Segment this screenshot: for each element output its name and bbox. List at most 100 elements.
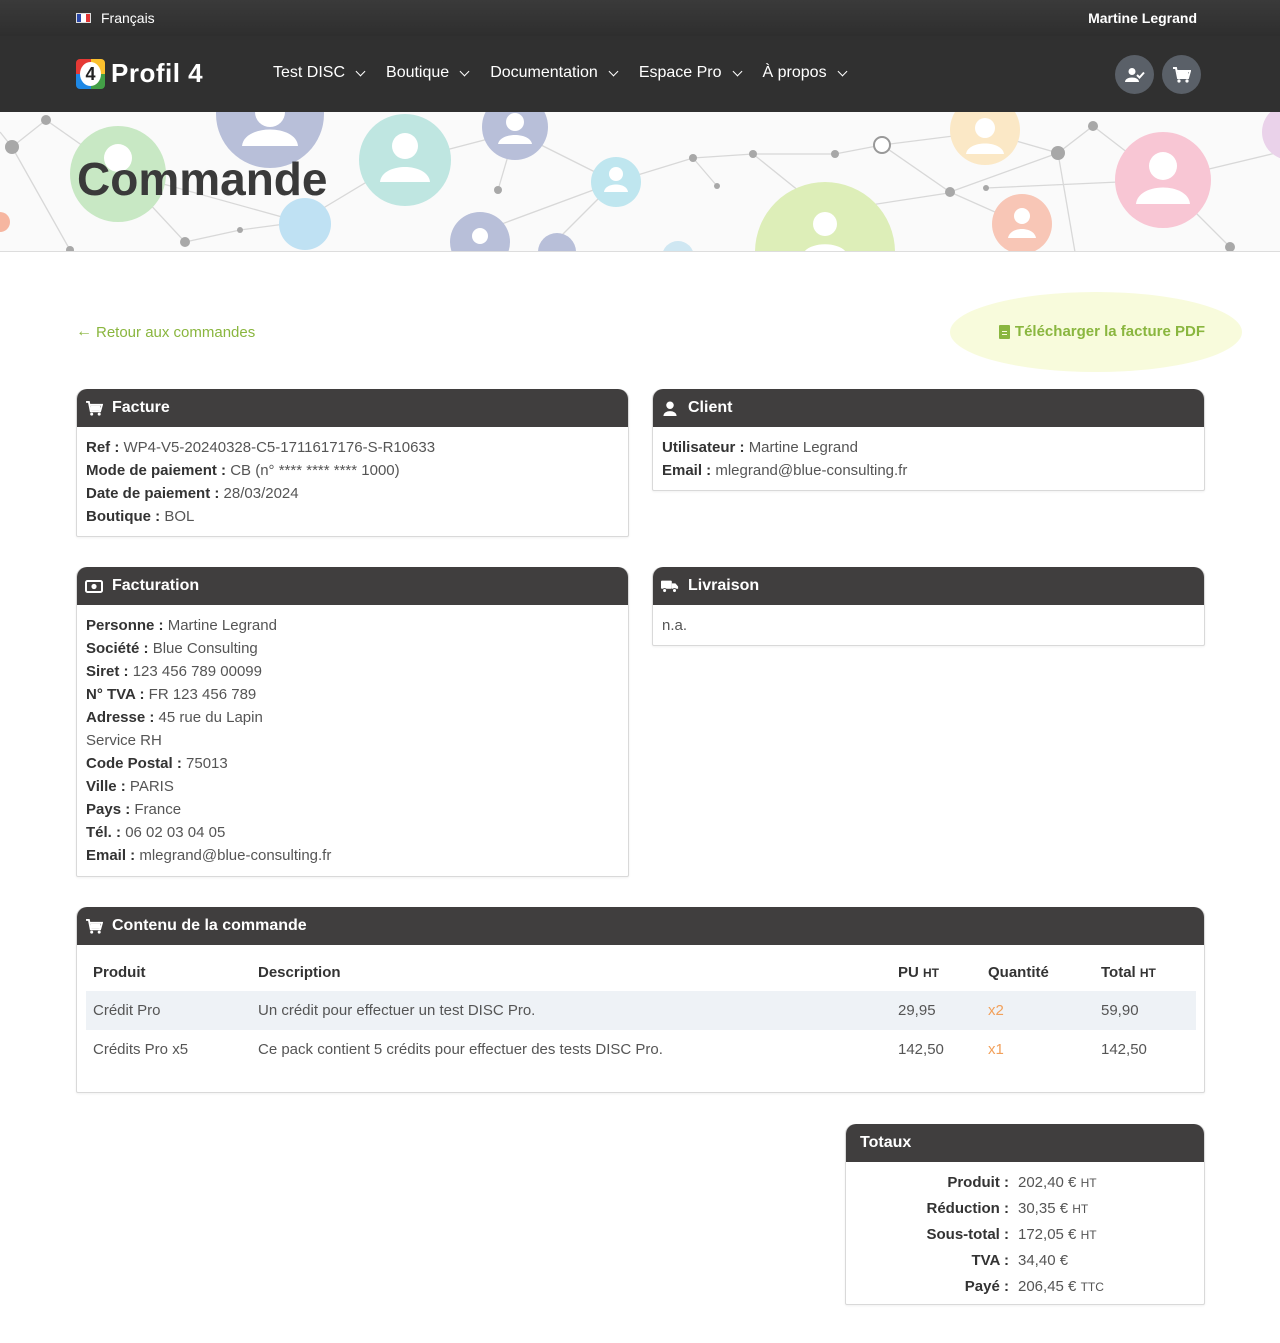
total-row: Réduction : 30,35 € HT <box>846 1196 1204 1222</box>
main-navbar: 4 Profil 4 Test DISC Boutique Documentat… <box>0 36 1280 112</box>
payment-date-value: 28/03/2024 <box>223 485 299 502</box>
billing-email-label: Email : <box>86 847 136 864</box>
quantity-cell: x1 <box>988 1041 1004 1058</box>
cart-icon <box>1172 66 1191 83</box>
nav-item-documentation[interactable]: Documentation <box>490 64 619 82</box>
nav-item-boutique[interactable]: Boutique <box>386 64 470 82</box>
card-title: Facturation <box>112 577 200 594</box>
address-value: 45 rue du Lapin <box>158 709 263 726</box>
quantity-cell: x2 <box>981 991 1094 1030</box>
account-name[interactable]: Martine Legrand <box>1088 10 1197 26</box>
card-title: Facture <box>112 399 170 416</box>
download-pdf-label: Télécharger la facture PDF <box>1014 323 1205 340</box>
total-label: Sous-total : <box>926 1226 1010 1243</box>
client-card: Client Utilisateur : Martine Legrand Ema… <box>652 389 1205 491</box>
total-row: Payé : 206,45 € TTC <box>846 1274 1204 1300</box>
page-title: Commande <box>77 153 328 205</box>
money-icon <box>85 578 103 594</box>
siret-label: Siret : <box>86 663 129 680</box>
col-total-label: Total <box>1101 963 1136 981</box>
cart-icon <box>85 400 103 416</box>
total-row: TVA : 34,40 € <box>846 1248 1204 1274</box>
city-value: PARIS <box>129 778 174 795</box>
arrow-left-icon: ← <box>76 323 92 340</box>
download-pdf-link[interactable]: Télécharger la facture PDF <box>998 323 1205 340</box>
total-cell: 142,50 <box>1101 1041 1147 1058</box>
card-header: Facturation <box>77 567 628 605</box>
brand-name: Profil 4 <box>111 58 204 88</box>
total-label: Produit : <box>947 1174 1009 1191</box>
account-button[interactable] <box>1115 55 1154 94</box>
total-label: TVA : <box>971 1252 1010 1269</box>
col-unit-price-label: PU <box>898 963 919 981</box>
ref-value: WP4-V5-20240328-C5-1711617176-S-R10633 <box>123 439 436 456</box>
card-body: Utilisateur : Martine Legrand Email : ml… <box>653 427 1204 490</box>
user-label: Utilisateur : <box>662 439 745 456</box>
back-to-orders-link[interactable]: ← Retour aux commandes <box>76 323 255 341</box>
card-body: Ref : WP4-V5-20240328-C5-1711617176-S-R1… <box>77 427 628 536</box>
nav-label: À propos <box>762 64 827 81</box>
col-unit-price-unit: HT <box>923 965 940 980</box>
card-title: Client <box>688 399 733 416</box>
nav-item-test-disc[interactable]: Test DISC <box>273 64 366 82</box>
totals-list: Produit : 202,40 € HT Réduction : 30,35 € … <box>846 1162 1204 1300</box>
total-value: 30,35 € <box>1018 1200 1069 1217</box>
user-value: Martine Legrand <box>748 439 858 456</box>
card-header: Client <box>653 389 1204 427</box>
person-label: Personne : <box>86 617 164 634</box>
nav-item-espace-pro[interactable]: Espace Pro <box>639 64 742 82</box>
address-label: Adresse : <box>86 709 155 726</box>
brand-logo-link[interactable]: 4 Profil 4 <box>76 58 203 89</box>
billing-email-value: mlegrand@blue-consulting.fr <box>139 847 332 864</box>
unit-price-cell: 29,95 <box>891 991 981 1030</box>
card-header: Livraison <box>653 567 1204 605</box>
card-title: Contenu de la commande <box>112 917 307 934</box>
chevron-down-icon <box>459 66 470 76</box>
city-label: Ville : <box>86 778 126 795</box>
description-cell: Un crédit pour effectuer un test DISC Pr… <box>251 991 891 1030</box>
postal-code-value: 75013 <box>186 755 228 772</box>
truck-icon <box>661 578 679 594</box>
nav-label: Documentation <box>490 64 598 81</box>
payment-mode-value: CB (n° **** **** **** 1000) <box>230 462 400 479</box>
phone-label: Tél. : <box>86 824 122 841</box>
payment-date-label: Date de paiement : <box>86 485 220 502</box>
total-unit: HT <box>1080 1228 1097 1242</box>
col-description: Description <box>258 963 341 981</box>
email-label: Email : <box>662 462 712 479</box>
total-value-wrap: 30,35 € HT <box>1018 1196 1088 1222</box>
total-value: 34,40 € <box>1018 1252 1069 1269</box>
vat-label: N° TVA : <box>86 686 145 703</box>
nav-label: Boutique <box>386 64 450 81</box>
total-label: Réduction : <box>926 1200 1010 1217</box>
product-cell: Crédits Pro x5 <box>93 1041 189 1058</box>
total-value-wrap: 172,05 € HT <box>1018 1222 1097 1248</box>
phone-value: 06 02 03 04 05 <box>125 824 226 841</box>
language-label: Français <box>101 10 155 26</box>
chevron-down-icon <box>355 66 366 76</box>
back-label: Retour aux commandes <box>96 323 256 341</box>
cart-button[interactable] <box>1162 55 1201 94</box>
order-items-table: Produit Description PU HT Quantité Total… <box>86 953 1196 1069</box>
delivery-value: n.a. <box>662 617 688 634</box>
table-row: Crédits Pro x5 Ce pack contient 5 crédit… <box>86 1030 1196 1069</box>
description-cell: Ce pack contient 5 crédits pour effectue… <box>258 1041 663 1058</box>
nav-menu: Test DISC Boutique Documentation Espace … <box>273 64 848 82</box>
total-value-wrap: 206,45 € TTC <box>1018 1274 1104 1300</box>
order-content-card: Contenu de la commande Produit Descripti… <box>76 907 1205 1093</box>
total-cell: 59,90 <box>1094 991 1196 1030</box>
total-unit: TTC <box>1080 1280 1104 1294</box>
nav-item-a-propos[interactable]: À propos <box>762 64 848 82</box>
language-selector[interactable]: Français <box>76 10 155 26</box>
cart-icon <box>85 918 103 934</box>
col-unit-price: PU HT <box>891 953 981 991</box>
total-row: Sous-total : 172,05 € HT <box>846 1222 1204 1248</box>
user-check-icon <box>1124 67 1145 82</box>
card-title: Livraison <box>688 577 760 594</box>
card-title: Totaux <box>860 1134 912 1151</box>
country-label: Pays : <box>86 801 131 818</box>
france-flag-icon <box>76 13 91 23</box>
col-quantity: Quantité <box>988 963 1049 981</box>
ref-label: Ref : <box>86 439 120 456</box>
company-label: Société : <box>86 640 149 657</box>
